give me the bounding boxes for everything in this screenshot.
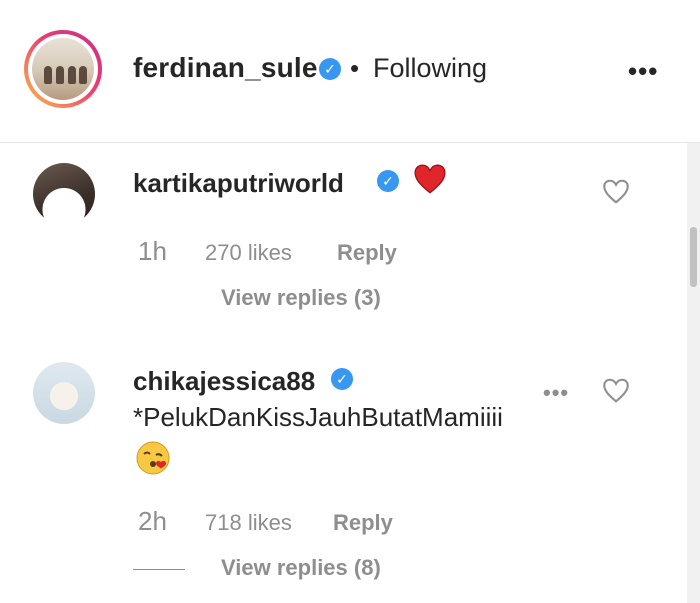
view-replies-button[interactable]: View replies (3) bbox=[221, 285, 381, 311]
verified-badge-icon: ✓ bbox=[331, 368, 353, 390]
verified-badge-icon: ✓ bbox=[319, 58, 341, 80]
following-button[interactable]: Following bbox=[373, 53, 487, 84]
comment-time: 1h bbox=[138, 236, 167, 266]
like-heart-icon[interactable] bbox=[601, 177, 631, 207]
comment-likes[interactable]: 718 likes bbox=[205, 510, 292, 536]
like-heart-icon[interactable] bbox=[601, 376, 631, 406]
avatar-photo bbox=[32, 38, 94, 100]
comment-options-button[interactable]: ••• bbox=[543, 380, 569, 406]
replies-divider-line bbox=[133, 569, 185, 570]
separator-dot: • bbox=[350, 53, 360, 83]
commenter-avatar[interactable] bbox=[33, 362, 95, 424]
header-username[interactable]: ferdinan_sule bbox=[133, 52, 318, 84]
view-replies-button[interactable]: View replies (8) bbox=[221, 555, 381, 581]
header-avatar[interactable] bbox=[24, 30, 102, 108]
post-header: ferdinan_sule ✓ • Following ••• bbox=[0, 0, 700, 143]
commenter-avatar[interactable] bbox=[33, 163, 95, 225]
reply-button[interactable]: Reply bbox=[337, 240, 397, 266]
comment-time: 2h bbox=[138, 506, 167, 536]
face-blowing-kiss-emoji-icon bbox=[136, 441, 170, 475]
comment-likes[interactable]: 270 likes bbox=[205, 240, 292, 266]
scrollbar[interactable] bbox=[687, 143, 700, 603]
comment-text: *PelukDanKissJauhButatMamiiii bbox=[133, 402, 503, 432]
comment-username[interactable]: kartikaputriworld bbox=[133, 168, 344, 199]
heart-emoji-icon bbox=[414, 164, 446, 194]
verified-badge-icon: ✓ bbox=[377, 170, 399, 192]
comment-username[interactable]: chikajessica88 bbox=[133, 366, 315, 397]
reply-button[interactable]: Reply bbox=[333, 510, 393, 536]
scrollbar-thumb[interactable] bbox=[690, 227, 697, 287]
more-options-button[interactable]: ••• bbox=[628, 56, 658, 87]
